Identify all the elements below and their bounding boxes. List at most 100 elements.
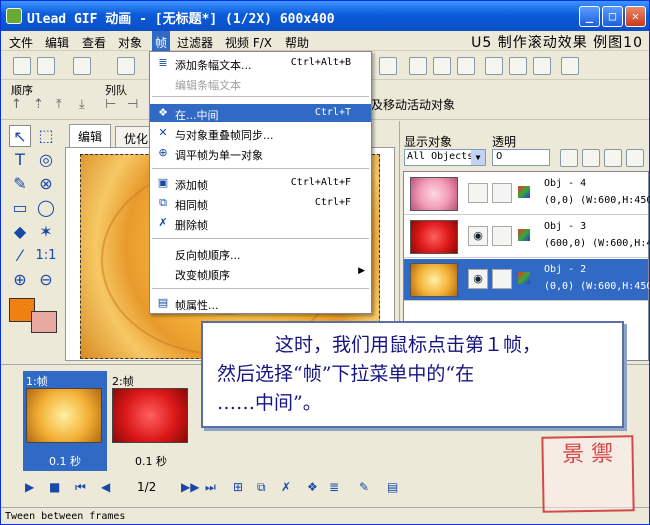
new-icon[interactable]: [13, 57, 31, 75]
tool-a-icon[interactable]: [379, 57, 397, 75]
menu-help[interactable]: 帮助: [285, 34, 309, 51]
lock-toggle[interactable]: [492, 269, 512, 289]
stop-icon[interactable]: ■: [49, 480, 60, 494]
brush-tool-icon[interactable]: ✎: [9, 173, 31, 195]
pointer-tool-icon[interactable]: ↖: [9, 125, 31, 147]
close-button[interactable]: ✕: [625, 6, 646, 27]
eyedropper-tool-icon[interactable]: ⁄: [9, 245, 31, 267]
lasso-tool-icon[interactable]: ⊗: [35, 173, 57, 195]
menu-file[interactable]: 文件: [9, 34, 33, 51]
tool-f-icon[interactable]: [533, 57, 551, 75]
menu-item-sync-overlap[interactable]: ✕ 与对象重叠帧同步...: [150, 124, 371, 142]
move-up-icon[interactable]: ⇡: [33, 97, 44, 112]
banner-icon[interactable]: ≣: [329, 480, 339, 494]
zoom-in-icon[interactable]: ⊕: [9, 269, 31, 291]
menu-item-change-order[interactable]: 改变帧顺序 ▶: [150, 264, 371, 282]
text-tool-icon[interactable]: T: [9, 149, 31, 171]
visibility-toggle[interactable]: [468, 183, 488, 203]
object-dup-icon[interactable]: [582, 149, 600, 167]
object-info: (600,0) (W:600,H:450: [544, 238, 649, 249]
menu-item-delete-frame[interactable]: ✗ 删除帧: [150, 214, 371, 232]
tool-e-icon[interactable]: [509, 57, 527, 75]
prev-frame-icon[interactable]: ◀: [101, 480, 110, 494]
to-top-icon[interactable]: ⤒: [56, 97, 62, 112]
menu-item-edit-banner-text[interactable]: 编辑条幅文本: [150, 74, 371, 92]
object-row[interactable]: Obj - 4 (0,0) (W:600,H:450: [404, 173, 649, 215]
eraser-tool-icon[interactable]: ▭: [9, 197, 31, 219]
to-bottom-icon[interactable]: ⤓: [79, 97, 85, 112]
eye-icon[interactable]: ◉: [468, 226, 488, 246]
maximize-button[interactable]: □: [602, 6, 623, 27]
menu-item-frame-properties[interactable]: ▤ 帧属性...: [150, 294, 371, 312]
tab-edit[interactable]: 编辑: [69, 124, 112, 147]
frame-thumbnail-2[interactable]: 2:帧 0.1 秒: [109, 371, 193, 471]
window-title: Ulead GIF 动画 - [无标题*] (1/2X) 600x400: [27, 12, 335, 27]
frame-thumbnail-1[interactable]: 1:帧 0.1 秒: [23, 371, 107, 471]
first-frame-icon[interactable]: ⏮: [75, 480, 86, 495]
frame-properties-icon[interactable]: ▤: [387, 480, 398, 494]
browser-preview-icon[interactable]: [485, 57, 503, 75]
menu-item-duplicate-frame[interactable]: ⧉ 相同帧 Ctrl+F: [150, 194, 371, 212]
menu-item-reverse-order[interactable]: 反向帧顺序...: [150, 244, 371, 262]
tool-d-icon[interactable]: [457, 57, 475, 75]
bring-front-icon[interactable]: ↑: [11, 97, 22, 112]
add-frame-icon[interactable]: ⊞: [233, 480, 243, 494]
object-name: Obj - 2: [544, 264, 587, 275]
object-filter-select[interactable]: All Objects ▼: [404, 149, 486, 166]
object-name: Obj - 3: [544, 221, 587, 232]
menu-video-fx[interactable]: 视频 F/X: [225, 34, 272, 51]
magic-wand-icon[interactable]: ✶: [35, 221, 57, 243]
frame-image: [26, 388, 102, 443]
object-thumbnail: [410, 220, 458, 254]
menu-separator: [152, 238, 369, 239]
transform-tool-icon[interactable]: ◎: [35, 149, 57, 171]
object-type-icon: [518, 186, 530, 198]
menu-frame[interactable]: 帧: [152, 31, 171, 51]
menu-edit[interactable]: 编辑: [45, 34, 69, 51]
eye-icon[interactable]: ◉: [468, 269, 488, 289]
frame-counter: 1/2: [137, 480, 157, 494]
menu-item-add-frame[interactable]: ▣ 添加帧 Ctrl+Alt+F: [150, 174, 371, 192]
object-del-icon[interactable]: [604, 149, 622, 167]
import-icon[interactable]: [117, 57, 135, 75]
next-frame-icon[interactable]: ▶▶: [181, 480, 199, 494]
menu-view[interactable]: 查看: [82, 34, 106, 51]
minimize-button[interactable]: _: [579, 6, 600, 27]
tool-c-icon[interactable]: [433, 57, 451, 75]
play-icon[interactable]: ▶: [25, 480, 34, 494]
tween-icon[interactable]: ❖: [307, 480, 318, 494]
object-type-icon: [518, 272, 530, 284]
menu-item-add-banner-text[interactable]: ≣ 添加条幅文本... Ctrl+Alt+B: [150, 54, 371, 72]
object-prop-icon[interactable]: [560, 149, 578, 167]
save-icon[interactable]: [73, 57, 91, 75]
menu-filter[interactable]: 过滤器: [177, 34, 213, 51]
ellipse-tool-icon[interactable]: ◯: [35, 197, 57, 219]
help-pointer-icon[interactable]: [561, 57, 579, 75]
lock-toggle[interactable]: [492, 183, 512, 203]
marquee-tool-icon[interactable]: ⬚: [35, 125, 57, 147]
menu-item-tween[interactable]: ❖ 在...中间 Ctrl+T: [150, 104, 371, 122]
align-center-icon[interactable]: ⊣: [127, 97, 138, 112]
last-frame-icon[interactable]: ⏭: [205, 480, 216, 495]
optimize-icon[interactable]: ✎: [359, 480, 369, 494]
zoom-out-icon[interactable]: ⊖: [35, 269, 57, 291]
opacity-spinner[interactable]: 0: [492, 149, 550, 166]
menu-object[interactable]: 对象: [118, 34, 142, 51]
align-left-icon[interactable]: ⊢: [105, 97, 116, 112]
menu-item-flatten-frame[interactable]: ⊕ 调平帧为单一对象: [150, 144, 371, 162]
lesson-title: U5 制作滚动效果 例图10: [471, 35, 643, 51]
chevron-down-icon[interactable]: ▼: [471, 150, 485, 165]
tool-b-icon[interactable]: [409, 57, 427, 75]
background-color-swatch[interactable]: [31, 311, 57, 333]
object-row[interactable]: ◉ Obj - 3 (600,0) (W:600,H:450: [404, 216, 649, 258]
delete-frame-icon[interactable]: ✗: [281, 480, 291, 494]
open-icon[interactable]: [37, 57, 55, 75]
title-bar[interactable]: Ulead GIF 动画 - [无标题*] (1/2X) 600x400 _ □…: [1, 1, 649, 31]
fill-tool-icon[interactable]: ◆: [9, 221, 31, 243]
object-list-icon[interactable]: [626, 149, 644, 167]
lock-toggle[interactable]: [492, 226, 512, 246]
actual-size-icon[interactable]: 1:1: [35, 245, 57, 267]
duplicate-frame-icon[interactable]: ⧉: [257, 480, 266, 495]
show-objects-label: 显示对象: [404, 135, 453, 149]
object-row-selected[interactable]: ◉ Obj - 2 (0,0) (W:600,H:450: [404, 259, 649, 301]
